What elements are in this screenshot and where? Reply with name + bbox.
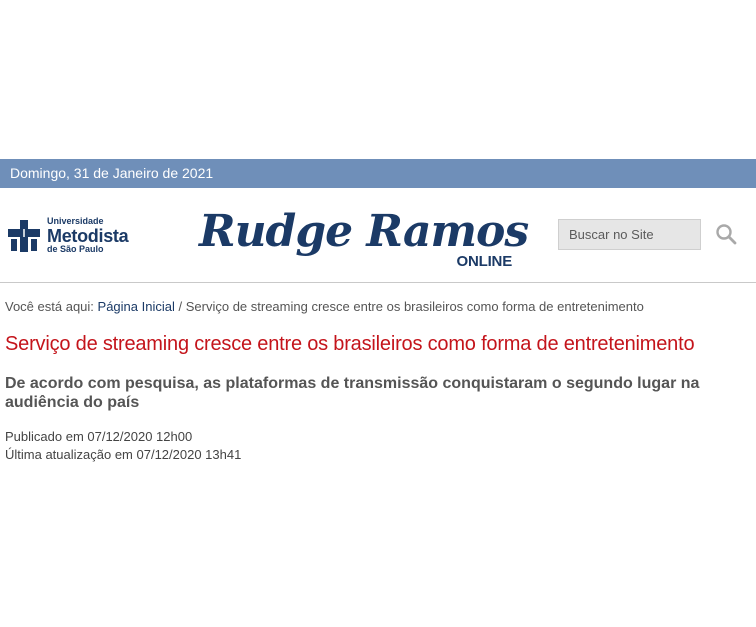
brand-subtitle: ONLINE: [456, 253, 513, 270]
article-title: Serviço de streaming cresce entre os bra…: [5, 333, 695, 355]
article-meta: Publicado em 07/12/2020 12h00 Última atu…: [5, 428, 241, 464]
article-subtitle: De acordo com pesquisa, as plataformas d…: [5, 375, 700, 411]
brand-title: Rudge Ramos: [199, 206, 529, 257]
breadcrumb-prefix: Você está aqui:: [5, 299, 94, 314]
date-bar: Domingo, 31 de Janeiro de 2021: [0, 159, 756, 188]
current-date: Domingo, 31 de Janeiro de 2021: [10, 165, 214, 181]
search-button[interactable]: [714, 223, 738, 247]
university-logo[interactable]: Universidade Metodista de São Paulo: [7, 217, 147, 257]
breadcrumb-home-link[interactable]: Página Inicial: [98, 299, 175, 314]
search-icon: [716, 224, 737, 245]
page: Domingo, 31 de Janeiro de 2021 Universid…: [0, 0, 756, 627]
site-header: Universidade Metodista de São Paulo Rudg…: [0, 188, 756, 283]
site-brand-logo[interactable]: Rudge Ramos ONLINE: [199, 206, 529, 276]
updated-date: Última atualização em 07/12/2020 13h41: [5, 447, 242, 462]
published-date: Publicado em 07/12/2020 12h00: [5, 429, 193, 444]
logo-line-sao-paulo: de São Paulo: [47, 244, 104, 254]
logo-line-university: Universidade: [47, 216, 104, 226]
breadcrumb: Você está aqui: Página Inicial / Serviço…: [5, 299, 644, 314]
search-input[interactable]: [558, 219, 701, 250]
breadcrumb-separator: /: [178, 299, 183, 314]
logo-line-metodista: Metodista: [47, 226, 129, 246]
breadcrumb-current: Serviço de streaming cresce entre os bra…: [185, 299, 644, 314]
university-logo-icon: [8, 220, 40, 252]
